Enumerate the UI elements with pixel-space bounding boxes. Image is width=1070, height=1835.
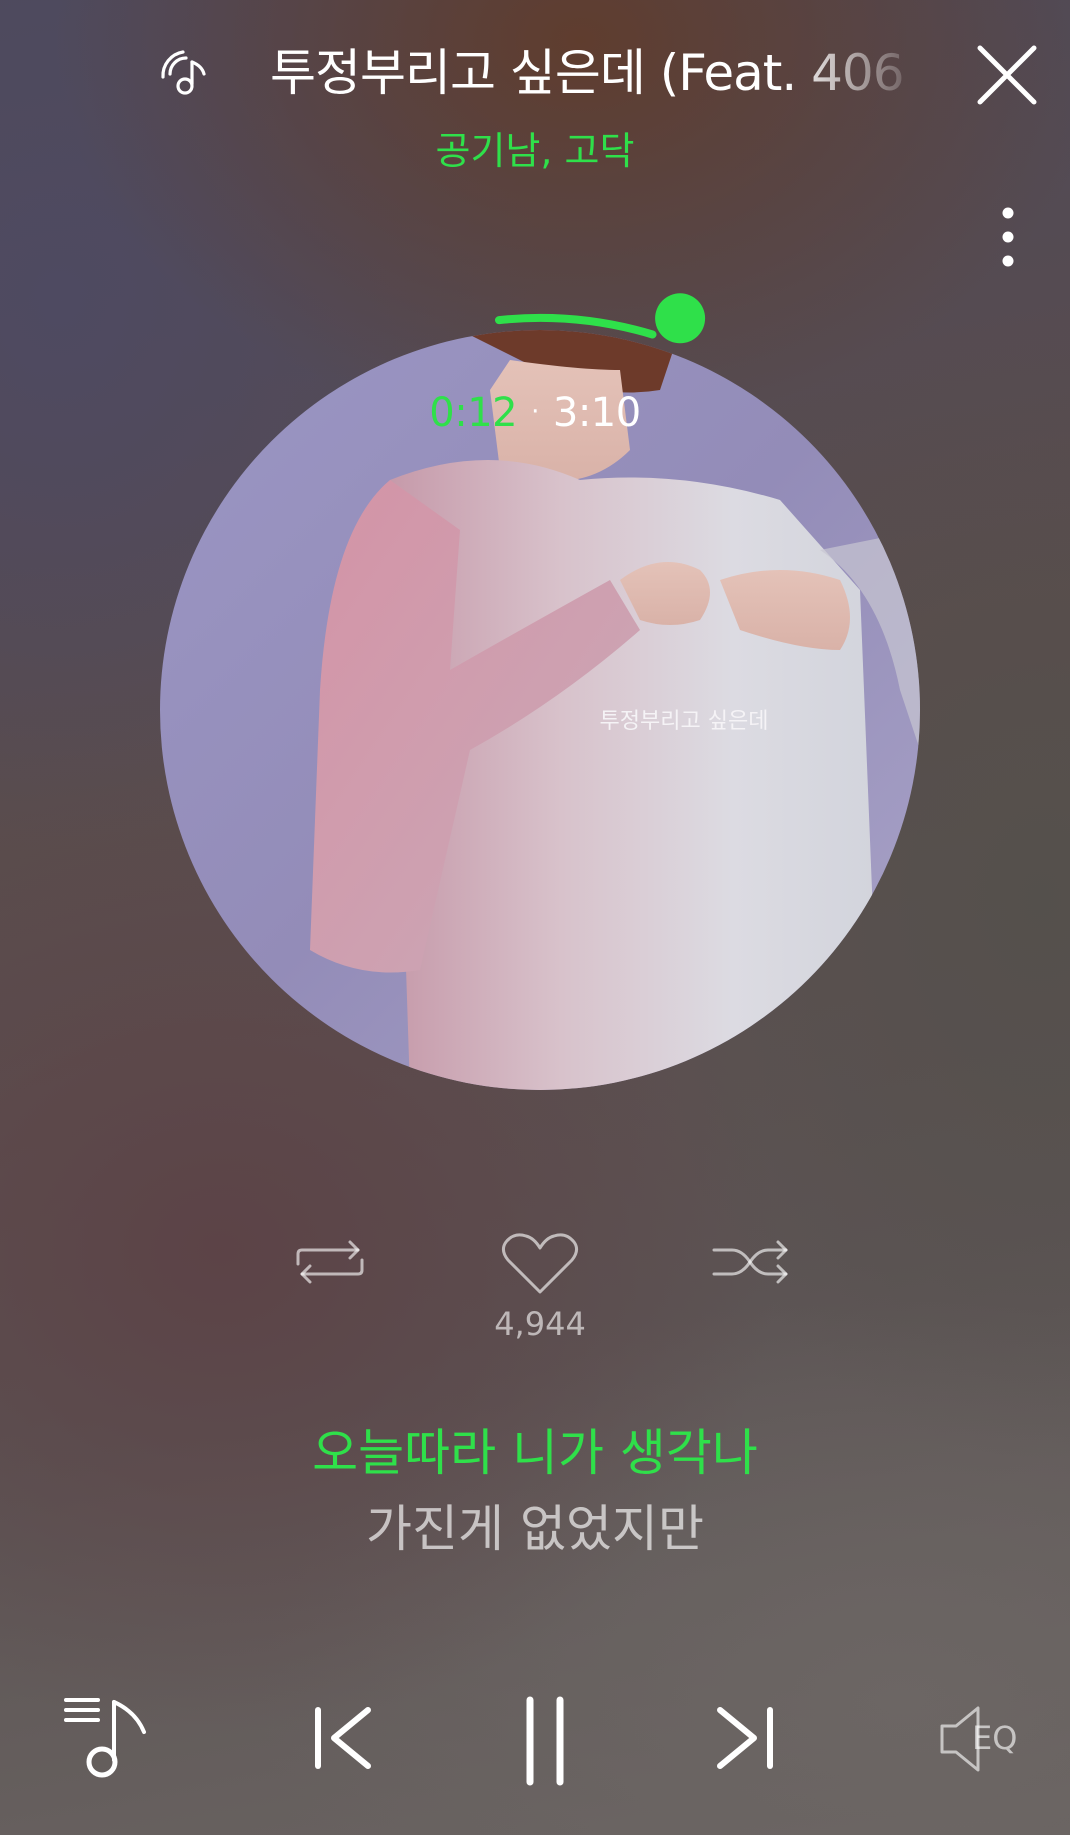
song-title-container: 투정부리고 싶은데 (Feat. 406 bbox=[270, 36, 930, 110]
lyric-current-line[interactable]: 오늘따라 니가 생각나 bbox=[0, 1418, 1070, 1488]
pause-button[interactable] bbox=[520, 1694, 570, 1788]
previous-icon bbox=[315, 1707, 371, 1769]
repeat-icon bbox=[296, 1240, 364, 1284]
music-wave-icon[interactable] bbox=[156, 44, 218, 106]
eq-button[interactable]: EQ bbox=[938, 1704, 1038, 1774]
like-count: 4,944 bbox=[494, 1305, 586, 1343]
repeat-button[interactable] bbox=[292, 1238, 368, 1288]
song-title: 투정부리고 싶은데 (Feat. 406 bbox=[270, 44, 905, 102]
close-icon bbox=[977, 45, 1037, 105]
previous-button[interactable] bbox=[310, 1704, 374, 1772]
playlist-button[interactable] bbox=[62, 1694, 154, 1778]
like-button[interactable] bbox=[500, 1232, 580, 1298]
progress-knob[interactable] bbox=[655, 293, 706, 344]
close-button[interactable] bbox=[976, 44, 1038, 106]
heart-icon bbox=[501, 1233, 579, 1294]
pause-icon bbox=[526, 1696, 564, 1786]
more-vertical-icon bbox=[1002, 207, 1014, 267]
time-separator: · bbox=[531, 397, 539, 427]
next-icon bbox=[717, 1707, 773, 1769]
artist-name[interactable]: 공기남, 고닥 bbox=[0, 124, 1070, 178]
lyric-next-line[interactable]: 가진게 없었지만 bbox=[0, 1494, 1070, 1564]
time-display: 0:12 · 3:10 bbox=[0, 386, 1070, 439]
eq-label: EQ bbox=[972, 1719, 1018, 1757]
more-options-button[interactable] bbox=[990, 200, 1030, 274]
next-button[interactable] bbox=[714, 1704, 778, 1772]
cover-text: 투정부리고 싶은데 bbox=[600, 709, 769, 734]
total-time: 3:10 bbox=[552, 390, 641, 436]
album-art: 투정부리고 싶은데 bbox=[160, 330, 920, 1090]
current-time: 0:12 bbox=[429, 390, 518, 436]
shuffle-icon bbox=[712, 1240, 788, 1284]
playlist-icon bbox=[64, 1698, 146, 1778]
shuffle-button[interactable] bbox=[712, 1238, 790, 1288]
